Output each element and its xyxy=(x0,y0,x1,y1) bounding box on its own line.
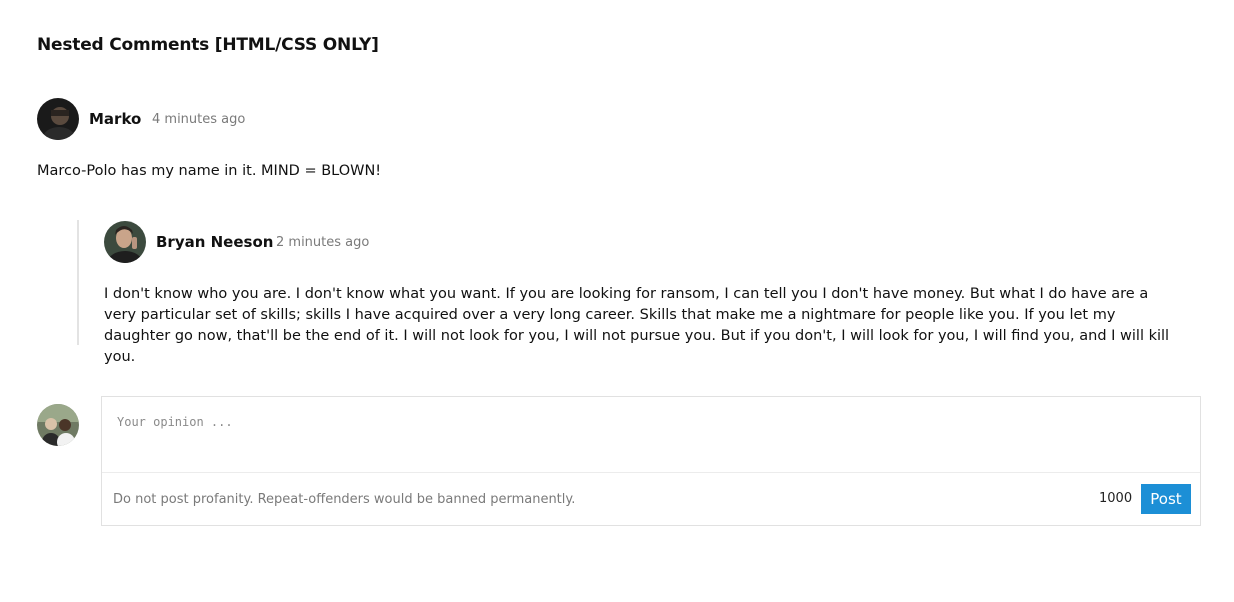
comment-body: Marco-Polo has my name in it. MIND = BLO… xyxy=(37,163,382,179)
comment-timestamp: 4 minutes ago xyxy=(152,112,246,127)
posting-guidelines-note: Do not post profanity. Repeat-offenders … xyxy=(113,492,576,507)
composer-divider xyxy=(102,472,1200,473)
avatar[interactable] xyxy=(104,221,146,263)
character-counter: 1000 xyxy=(1099,491,1133,506)
reply-body: I don't know who you are. I don't know w… xyxy=(104,286,1170,365)
avatar[interactable] xyxy=(37,98,79,140)
reply-thread-line xyxy=(77,220,79,345)
comment-composer: Do not post profanity. Repeat-offenders … xyxy=(101,396,1201,526)
page-title: Nested Comments [HTML/CSS ONLY] xyxy=(37,35,379,55)
post-button[interactable]: Post xyxy=(1141,484,1191,514)
comment-author[interactable]: Marko xyxy=(89,110,141,128)
user-avatar-icon xyxy=(104,221,146,263)
user-avatar-icon xyxy=(37,98,79,140)
user-avatar-icon xyxy=(37,404,79,446)
current-user-avatar[interactable] xyxy=(37,404,79,446)
nested-comments-page: Nested Comments [HTML/CSS ONLY] Marko 4 … xyxy=(0,0,1234,602)
reply-author[interactable]: Bryan Neeson xyxy=(156,233,273,251)
comment-input[interactable] xyxy=(102,397,1200,472)
reply-timestamp: 2 minutes ago xyxy=(276,235,370,250)
